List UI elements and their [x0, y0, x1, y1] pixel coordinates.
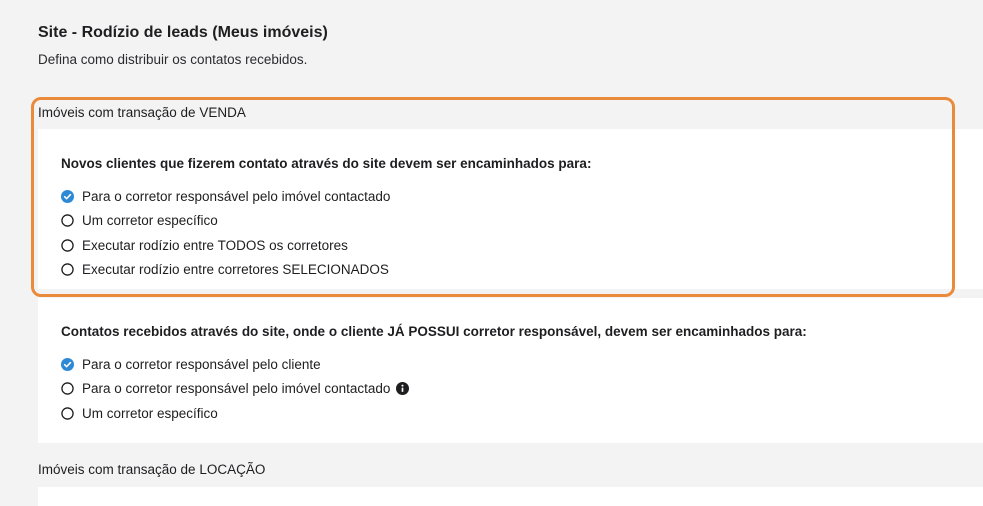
- radio-option-responsavel-imovel[interactable]: Para o corretor responsável pelo imóvel …: [61, 377, 410, 402]
- question-new-clients: Novos clientes que fizerem contato atrav…: [61, 156, 592, 171]
- option-label: Executar rodízio entre corretores SELECI…: [82, 262, 389, 278]
- radio-group-existing-clients: Para o corretor responsável pelo cliente…: [61, 352, 410, 426]
- radio-unchecked-icon[interactable]: [61, 263, 74, 276]
- card-locacao: [38, 487, 983, 506]
- radio-unchecked-icon[interactable]: [61, 239, 74, 252]
- radio-unchecked-icon[interactable]: [61, 214, 74, 227]
- radio-unchecked-icon[interactable]: [61, 407, 74, 420]
- option-label: Para o corretor responsável pelo cliente: [82, 356, 321, 372]
- option-label: Um corretor específico: [82, 213, 218, 229]
- info-icon[interactable]: [396, 382, 410, 396]
- radio-checked-icon[interactable]: [61, 357, 74, 371]
- option-label: Executar rodízio entre TODOS os corretor…: [82, 237, 348, 253]
- card-existing-clients: Contatos recebidos através do site, onde…: [38, 298, 983, 443]
- radio-option-corretor-especifico-2[interactable]: Um corretor específico: [61, 401, 409, 426]
- radio-group-new-clients: Para o corretor responsável pelo imóvel …: [61, 184, 390, 282]
- radio-unchecked-icon[interactable]: [61, 382, 74, 395]
- radio-option-responsavel-cliente[interactable]: Para o corretor responsável pelo cliente: [61, 352, 409, 377]
- radio-option-rodizio-todos[interactable]: Executar rodízio entre TODOS os corretor…: [61, 233, 390, 258]
- section-title-venda: Imóveis com transação de VENDA: [38, 105, 246, 120]
- option-label: Para o corretor responsável pelo imóvel …: [82, 188, 391, 204]
- option-label: Para o corretor responsável pelo imóvel …: [82, 381, 391, 397]
- radio-option-imovel-contactado[interactable]: Para o corretor responsável pelo imóvel …: [61, 184, 390, 209]
- option-label: Um corretor específico: [82, 405, 218, 421]
- card-new-clients: Novos clientes que fizerem contato atrav…: [38, 129, 983, 289]
- page-title: Site - Rodízio de leads (Meus imóveis): [38, 24, 328, 41]
- radio-checked-icon[interactable]: [61, 189, 74, 203]
- page-subtitle: Defina como distribuir os contatos receb…: [38, 52, 308, 67]
- section-title-locacao: Imóveis com transação de LOCAÇÃO: [38, 462, 266, 477]
- radio-option-corretor-especifico[interactable]: Um corretor específico: [61, 209, 390, 234]
- radio-option-rodizio-selecionados[interactable]: Executar rodízio entre corretores SELECI…: [61, 258, 390, 283]
- question-existing-clients: Contatos recebidos através do site, onde…: [61, 324, 807, 339]
